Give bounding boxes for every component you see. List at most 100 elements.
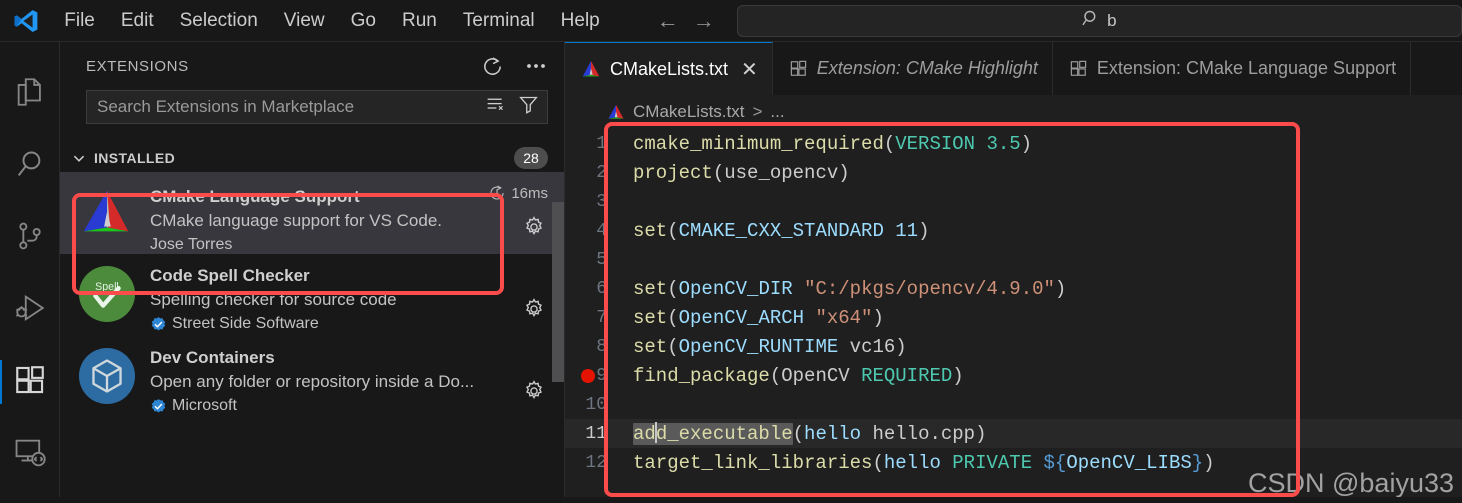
extension-info: Dev Containers Open any folder or reposi…: [150, 347, 548, 415]
extension-list-item[interactable]: CMake Language Support 16ms CMake langua…: [60, 172, 564, 254]
extension-info: CMake Language Support 16ms CMake langua…: [150, 183, 548, 254]
code-token: hello.cpp: [861, 422, 976, 445]
activity-item-explorer[interactable]: [0, 58, 60, 130]
extensions-search-box[interactable]: [86, 90, 548, 124]
sidebar-title: EXTENSIONS: [86, 57, 189, 75]
arrow-left-icon[interactable]: ←: [657, 9, 679, 32]
menu-go[interactable]: Go: [338, 6, 389, 36]
editor-tab-bar: CMakeLists.txt ✕ Extension: CMake Highli…: [565, 42, 1462, 95]
vscode-window: File Edit Selection View Go Run Terminal…: [0, 0, 1462, 503]
code-line[interactable]: 2 project(use_opencv): [565, 158, 1462, 187]
code-text: add_executable(hello hello.cpp): [633, 421, 987, 445]
code-token: ): [975, 422, 987, 445]
stopwatch-icon: [488, 184, 506, 202]
code-line[interactable]: 3: [565, 187, 1462, 216]
menu-file[interactable]: File: [51, 6, 108, 36]
line-number: 1: [596, 133, 607, 154]
extension-description: Spelling checker for source code: [150, 290, 397, 309]
tab-cmakelists[interactable]: CMakeLists.txt ✕: [565, 42, 773, 95]
code-token: hello: [883, 451, 941, 474]
code-line[interactable]: 7 set(OpenCV_ARCH "x64"): [565, 303, 1462, 332]
tab-extension-cmake-highlight[interactable]: Extension: CMake Highlight: [773, 42, 1053, 95]
activity-item-extensions[interactable]: [0, 346, 60, 418]
gear-icon[interactable]: [522, 297, 546, 326]
clear-filter-icon[interactable]: [485, 94, 506, 120]
arrow-right-icon[interactable]: →: [693, 9, 715, 32]
code-token: "x64": [815, 306, 873, 329]
refresh-icon[interactable]: [481, 55, 504, 78]
code-line[interactable]: 5: [565, 245, 1462, 274]
menu-bar: File Edit Selection View Go Run Terminal…: [51, 6, 613, 36]
installed-section-label: INSTALLED: [94, 150, 176, 166]
code-text: set(OpenCV_RUNTIME vc16): [633, 336, 907, 358]
extension-publisher-row: Microsoft: [150, 397, 548, 415]
extensions-list: CMake Language Support 16ms CMake langua…: [60, 172, 564, 418]
menu-terminal[interactable]: Terminal: [450, 6, 548, 36]
editor-group: CMakeLists.txt ✕ Extension: CMake Highli…: [565, 42, 1462, 503]
code-token: (: [883, 132, 896, 155]
code-line[interactable]: 10: [565, 390, 1462, 419]
extensions-icon: [13, 363, 47, 402]
extensions-search-input[interactable]: [97, 97, 475, 117]
command-center[interactable]: b: [736, 4, 1462, 37]
breadcrumb-file[interactable]: CMakeLists.txt: [633, 102, 744, 122]
menu-view[interactable]: View: [271, 6, 338, 36]
extension-list-item[interactable]: Dev Containers Open any folder or reposi…: [60, 336, 564, 418]
code-token: ): [918, 219, 930, 242]
gear-icon[interactable]: [522, 379, 546, 408]
code-token: "C:/pkgs/opencv/4.9.0": [804, 277, 1055, 300]
installed-section-header[interactable]: INSTALLED 28: [60, 144, 564, 172]
code-token: (: [667, 277, 679, 300]
activity-item-run-debug[interactable]: [0, 274, 60, 346]
close-icon[interactable]: ✕: [741, 57, 758, 82]
code-line[interactable]: 1 cmake_minimum_required(VERSION 3.5): [565, 129, 1462, 158]
code-token: REQUIRED: [861, 364, 953, 387]
code-token: ${: [1043, 451, 1067, 474]
text-caret: [654, 421, 657, 443]
code-token: (: [667, 335, 679, 358]
code-text: find_package(OpenCV REQUIRED): [633, 365, 964, 387]
extensions-icon: [789, 59, 808, 78]
more-actions-icon[interactable]: [524, 54, 548, 78]
code-line[interactable]: 4 set(CMAKE_CXX_STANDARD 11): [565, 216, 1462, 245]
code-token: use_opencv: [724, 161, 839, 184]
activity-item-remote-explorer[interactable]: [0, 418, 60, 490]
code-line[interactable]: 11 add_executable(hello hello.cpp): [565, 419, 1462, 448]
tab-extension-cmake-language-support[interactable]: Extension: CMake Language Support: [1053, 42, 1412, 95]
menu-run[interactable]: Run: [389, 6, 450, 36]
code-editor[interactable]: 1 cmake_minimum_required(VERSION 3.5) 2 pro…: [565, 129, 1462, 503]
filter-icon[interactable]: [518, 94, 539, 120]
code-line[interactable]: 6 set(OpenCV_DIR "C:/pkgs/opencv/4.9.0"): [565, 274, 1462, 303]
activity-item-search[interactable]: [0, 130, 60, 202]
code-text: set(CMAKE_CXX_STANDARD 11): [633, 220, 929, 242]
activity-item-source-control[interactable]: [0, 202, 60, 274]
dev-containers-icon: [78, 347, 136, 405]
tab-label: Extension: CMake Highlight: [816, 58, 1038, 78]
code-line[interactable]: 9 find_package(OpenCV REQUIRED): [565, 361, 1462, 390]
gear-icon[interactable]: [522, 215, 546, 244]
vscode-logo-icon: [0, 0, 51, 42]
code-line[interactable]: 8 set(OpenCV_RUNTIME vc16): [565, 332, 1462, 361]
extension-title-line: CMake Language Support 16ms: [150, 184, 548, 207]
extension-list-item[interactable]: Spell Code Spell Checker Spelling checke…: [60, 254, 564, 336]
sidebar-scrollbar[interactable]: [552, 202, 564, 382]
breakpoint-marker[interactable]: [581, 368, 595, 383]
breadcrumb-tail[interactable]: ...: [770, 102, 784, 122]
code-token: set: [633, 219, 668, 242]
tab-label: CMakeLists.txt: [610, 58, 729, 79]
line-number: 8: [596, 336, 607, 357]
menu-edit[interactable]: Edit: [108, 6, 167, 36]
code-token: ): [895, 335, 907, 358]
line-number: 10: [585, 394, 607, 415]
extension-publisher: Microsoft: [172, 397, 237, 414]
cmake-file-icon: [581, 59, 601, 79]
sidebar-search-wrap: [60, 90, 564, 124]
menu-help[interactable]: Help: [548, 6, 613, 36]
watermark: CSDN @baiyu33: [1248, 468, 1454, 498]
menu-selection[interactable]: Selection: [167, 6, 271, 36]
code-token: hello: [804, 422, 862, 445]
